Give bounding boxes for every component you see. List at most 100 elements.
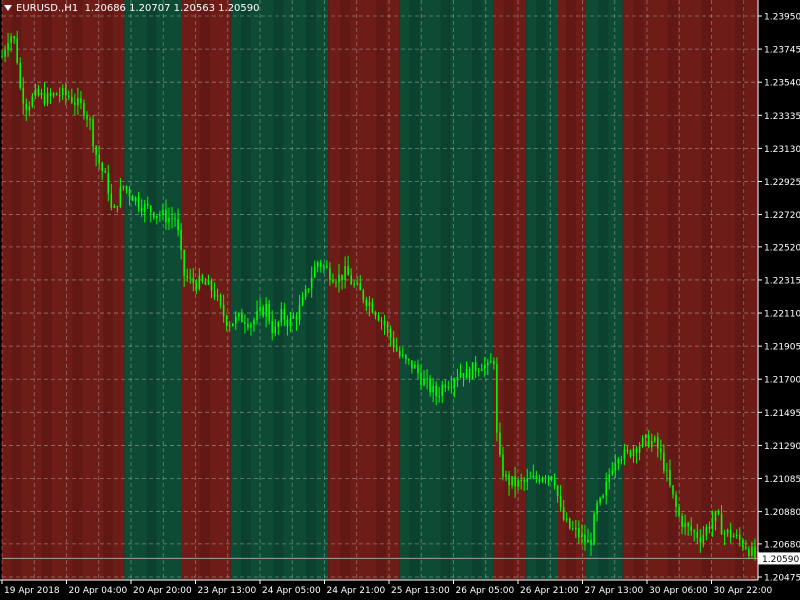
candle-body bbox=[502, 454, 504, 478]
candle-body bbox=[562, 507, 565, 520]
candle-body bbox=[265, 303, 267, 317]
candle-body bbox=[486, 362, 489, 366]
candle-body bbox=[596, 503, 598, 515]
candle-body bbox=[620, 459, 623, 461]
candle-body bbox=[711, 521, 714, 529]
candle-body bbox=[617, 459, 620, 464]
time-tick-label: 25 Apr 13:00 bbox=[391, 586, 450, 596]
candle-body bbox=[541, 478, 544, 482]
bull-zone-stripe bbox=[536, 0, 547, 580]
candle-body bbox=[377, 315, 380, 321]
candle-body bbox=[629, 450, 632, 457]
candle-body bbox=[171, 217, 173, 219]
candle-body bbox=[684, 523, 686, 527]
candle-body bbox=[702, 535, 705, 543]
candle-body bbox=[98, 155, 100, 163]
candle-body bbox=[134, 197, 137, 202]
candle-body bbox=[168, 217, 170, 223]
trend-zones bbox=[0, 0, 758, 580]
candle-body bbox=[401, 355, 404, 357]
time-tick-label: 20 Apr 20:00 bbox=[133, 586, 192, 596]
candle-body bbox=[210, 280, 213, 291]
price-tick-label: 1.21085 bbox=[764, 475, 800, 485]
candle-body bbox=[714, 511, 717, 522]
time-tick-label: 20 Apr 04:00 bbox=[69, 586, 128, 596]
candle-body bbox=[46, 92, 49, 104]
candle-body bbox=[414, 364, 416, 369]
candle-body bbox=[146, 203, 149, 206]
candle-body bbox=[159, 215, 161, 217]
candle-body bbox=[25, 103, 28, 111]
candle-body bbox=[438, 395, 441, 397]
candle-body bbox=[720, 514, 723, 535]
candle-body bbox=[754, 546, 756, 558]
candle-body bbox=[505, 474, 507, 478]
bear-zone-stripe bbox=[103, 0, 114, 580]
candle-body bbox=[250, 324, 252, 328]
bear-zone-stripe bbox=[72, 0, 83, 580]
candle-body bbox=[228, 325, 231, 327]
candle-body bbox=[213, 290, 216, 297]
bear-zone-stripe bbox=[633, 0, 644, 580]
candle-body bbox=[480, 369, 483, 371]
candle-body bbox=[389, 328, 392, 338]
candle-body bbox=[359, 283, 362, 291]
candle-body bbox=[490, 361, 492, 363]
candle-body bbox=[125, 186, 128, 190]
candle-body bbox=[650, 440, 653, 447]
candle-body bbox=[332, 280, 334, 283]
candle-body bbox=[247, 323, 249, 328]
candle-body bbox=[590, 539, 592, 545]
candle-body bbox=[380, 320, 383, 322]
candle-body bbox=[16, 38, 18, 63]
price-tick-label: 1.22110 bbox=[764, 310, 800, 320]
candle-body bbox=[13, 36, 15, 39]
candle-body bbox=[693, 530, 696, 532]
candle-body bbox=[319, 262, 322, 267]
time-axis: 19 Apr 2018 20 Apr 04:00 20 Apr 20:00 23 Ap… bbox=[1, 580, 773, 596]
candle-body bbox=[344, 266, 346, 281]
price-tick-label: 1.21495 bbox=[764, 409, 800, 419]
candle-body bbox=[116, 206, 119, 208]
candle-body bbox=[638, 446, 641, 453]
candle-body bbox=[550, 476, 553, 480]
candle-body bbox=[52, 93, 55, 96]
bull-zone-stripe bbox=[306, 0, 317, 580]
candle-body bbox=[225, 316, 228, 326]
candle-body bbox=[28, 106, 31, 111]
candle-body bbox=[392, 337, 395, 348]
price-tick-label: 1.22720 bbox=[764, 211, 800, 221]
candle-body bbox=[31, 96, 34, 107]
candle-body bbox=[128, 189, 131, 197]
candle-body bbox=[92, 119, 94, 147]
candle-body bbox=[444, 384, 447, 388]
price-tick-label: 1.22520 bbox=[764, 243, 800, 253]
time-tick-label: 30 Apr 06:00 bbox=[649, 586, 708, 596]
price-tick-label: 1.20475 bbox=[764, 574, 800, 584]
time-tick-label: 30 Apr 22:00 bbox=[714, 586, 773, 596]
dropdown-triangle-icon[interactable] bbox=[4, 5, 12, 11]
candle-body bbox=[474, 362, 477, 372]
candle-body bbox=[104, 170, 107, 173]
price-chart[interactable]: 1.23950 1.23745 1.23540 1.23335 1.23130 1.229… bbox=[0, 0, 800, 600]
candle-body bbox=[86, 115, 88, 120]
time-tick-label: 19 Apr 2018 bbox=[4, 586, 60, 596]
candle-body bbox=[22, 87, 25, 104]
candle-body bbox=[198, 275, 201, 289]
candle-body bbox=[131, 196, 134, 202]
candle-body bbox=[37, 88, 40, 96]
candle-body bbox=[483, 365, 486, 370]
bull-zone-stripe bbox=[409, 0, 420, 580]
bear-zone-stripe bbox=[41, 0, 52, 580]
candle-body bbox=[535, 475, 538, 479]
candle-body bbox=[696, 531, 699, 538]
price-tick-label: 1.21700 bbox=[764, 376, 800, 386]
candle-body bbox=[67, 95, 70, 98]
candle-body bbox=[304, 288, 307, 298]
candle-body bbox=[517, 480, 519, 487]
candle-body bbox=[681, 516, 683, 527]
candle-body bbox=[307, 288, 310, 290]
candle-body bbox=[462, 373, 465, 379]
price-tick-label: 1.23745 bbox=[764, 46, 800, 56]
candle-body bbox=[417, 364, 419, 374]
